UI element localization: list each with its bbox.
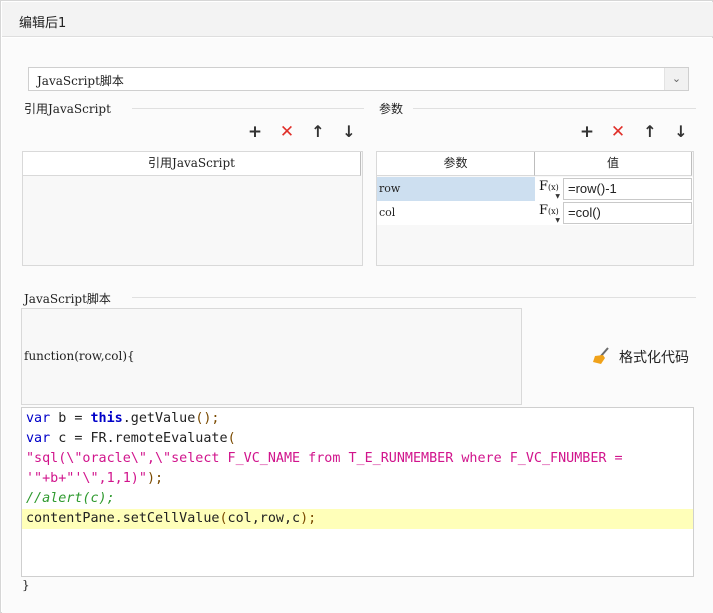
formula-icon-sub: (x) bbox=[548, 183, 559, 192]
ref-js-delete-button[interactable]: ✕ bbox=[278, 123, 296, 141]
param-name-cell[interactable]: col bbox=[377, 201, 535, 225]
title-bar: 编辑后1 bbox=[2, 2, 713, 37]
broom-icon bbox=[593, 347, 609, 364]
params-value-header[interactable]: 值 bbox=[535, 152, 692, 176]
ref-js-move-down-button[interactable]: ↓ bbox=[340, 123, 358, 141]
script-type-value: JavaScript脚本 bbox=[37, 74, 124, 88]
params-group-label: 参数 bbox=[379, 102, 404, 116]
param-value-field[interactable]: =col() bbox=[563, 202, 692, 224]
ref-js-column-header[interactable]: 引用JavaScript bbox=[23, 152, 361, 176]
function-header-box: function(row,col){ bbox=[21, 308, 522, 405]
params-add-button[interactable]: + bbox=[578, 123, 596, 141]
caret-down-icon: ▼ bbox=[555, 217, 560, 224]
code-line: var c = FR.remoteEvaluate( bbox=[26, 431, 236, 446]
param-name-cell[interactable]: row bbox=[377, 177, 535, 201]
formula-icon[interactable]: F(x) ▼ bbox=[536, 178, 562, 200]
params-move-down-button[interactable]: ↓ bbox=[672, 123, 690, 141]
chevron-down-icon[interactable]: ⌄ bbox=[664, 68, 688, 90]
code-line-highlighted: contentPane.setCellValue(col,row,c); bbox=[22, 509, 693, 529]
function-signature: function(row,col){ bbox=[24, 349, 135, 363]
code-line: //alert(c); bbox=[26, 491, 115, 506]
ref-js-table[interactable]: 引用JavaScript bbox=[22, 151, 363, 266]
code-line: var b = this.getValue(); bbox=[26, 411, 220, 426]
formula-icon[interactable]: F(x) ▼ bbox=[536, 202, 562, 224]
script-group-label: JavaScript脚本 bbox=[24, 292, 111, 306]
param-value-field[interactable]: =row()-1 bbox=[563, 178, 692, 200]
caret-down-icon: ▼ bbox=[555, 193, 560, 200]
formula-icon-label: F bbox=[539, 203, 549, 218]
formula-icon-sub: (x) bbox=[548, 207, 559, 216]
code-line: '"+b+"'\",1,1)"); bbox=[26, 471, 164, 486]
closing-brace: } bbox=[22, 578, 30, 592]
params-table[interactable]: 参数 值 row F(x) ▼ =row()-1 col F(x) ▼ =col() bbox=[376, 151, 694, 266]
ref-js-group-divider bbox=[132, 108, 364, 109]
ref-js-group-label: 引用JavaScript bbox=[24, 102, 111, 116]
format-code-label: 格式化代码 bbox=[619, 350, 689, 366]
params-delete-button[interactable]: ✕ bbox=[609, 123, 627, 141]
code-editor[interactable]: var b = this.getValue(); var c = FR.remo… bbox=[21, 407, 694, 577]
window-title: 编辑后1 bbox=[19, 16, 67, 31]
params-move-up-button[interactable]: ↑ bbox=[641, 123, 659, 141]
ref-js-move-up-button[interactable]: ↑ bbox=[309, 123, 327, 141]
params-group-divider bbox=[413, 108, 696, 109]
params-name-header[interactable]: 参数 bbox=[377, 152, 535, 176]
table-row[interactable]: col F(x) ▼ =col() bbox=[377, 201, 693, 225]
table-row[interactable]: row F(x) ▼ =row()-1 bbox=[377, 177, 693, 201]
editor-window: 编辑后1 JavaScript脚本 ⌄ 引用JavaScript + ✕ ↑ ↓… bbox=[0, 0, 713, 613]
script-group-divider bbox=[132, 297, 696, 298]
formula-icon-label: F bbox=[539, 179, 549, 194]
ref-js-add-button[interactable]: + bbox=[246, 123, 264, 141]
script-type-select[interactable]: JavaScript脚本 ⌄ bbox=[28, 67, 689, 91]
code-line: "sql(\"oracle\",\"select F_VC_NAME from … bbox=[26, 451, 623, 466]
dialog-content: JavaScript脚本 ⌄ 引用JavaScript + ✕ ↑ ↓ 引用Ja… bbox=[2, 38, 713, 613]
